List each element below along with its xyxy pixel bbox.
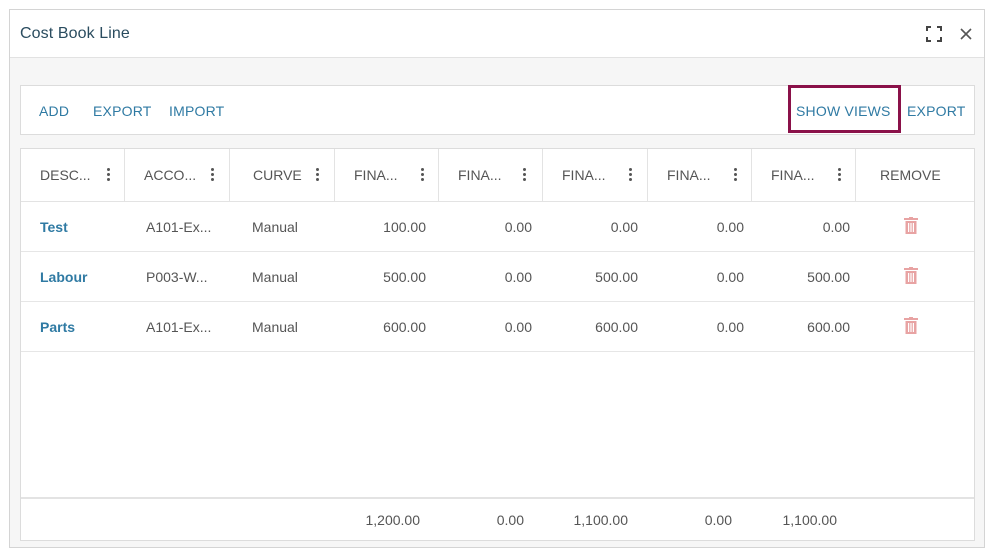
row-financial-2: 0.00 xyxy=(504,219,532,235)
row-financial-3: 600.00 xyxy=(595,319,638,335)
column-header-financial-5[interactable]: FINA... xyxy=(752,149,856,202)
kebab-icon[interactable] xyxy=(834,167,844,183)
row-curve: Manual xyxy=(252,269,298,285)
total-financial-1: 1,200.00 xyxy=(365,512,421,528)
grid-header: DESC... ACCO... CURVE FINA... FINA... FI… xyxy=(21,149,974,202)
show-views-button[interactable]: SHOW VIEWS xyxy=(796,103,891,119)
kebab-icon[interactable] xyxy=(103,167,113,183)
total-financial-3: 1,100.00 xyxy=(573,512,629,528)
row-curve: Manual xyxy=(252,219,298,235)
column-header-account[interactable]: ACCO... xyxy=(125,149,230,202)
row-description[interactable]: Parts xyxy=(40,319,75,335)
row-financial-3: 500.00 xyxy=(595,269,638,285)
column-header-financial-2[interactable]: FINA... xyxy=(439,149,543,202)
row-financial-5: 600.00 xyxy=(807,319,850,335)
column-label: REMOVE xyxy=(880,167,941,183)
cost-lines-grid: DESC... ACCO... CURVE FINA... FINA... FI… xyxy=(20,148,975,541)
table-row: Test A101-Ex... Manual 100.00 0.00 0.00 … xyxy=(21,202,974,252)
trash-icon[interactable] xyxy=(904,217,918,234)
column-header-financial-1[interactable]: FINA... xyxy=(335,149,439,202)
row-financial-2: 0.00 xyxy=(504,319,532,335)
row-financial-1: 600.00 xyxy=(383,319,426,335)
kebab-icon[interactable] xyxy=(730,167,740,183)
dialog-title: Cost Book Line xyxy=(20,24,130,42)
row-curve: Manual xyxy=(252,319,298,335)
export-right-button[interactable]: EXPORT xyxy=(907,103,966,119)
kebab-icon[interactable] xyxy=(312,167,322,183)
row-financial-3: 0.00 xyxy=(610,219,638,235)
kebab-icon[interactable] xyxy=(207,167,217,183)
column-label: CURVE xyxy=(253,167,302,183)
cost-book-line-dialog: Cost Book Line ADD EXPORT IMPORT SHOW VI… xyxy=(9,9,985,548)
row-account: A101-Ex... xyxy=(146,319,212,335)
total-financial-4: 0.00 xyxy=(704,512,732,528)
row-description[interactable]: Test xyxy=(40,219,68,235)
total-financial-5: 1,100.00 xyxy=(782,512,838,528)
row-financial-1: 500.00 xyxy=(383,269,426,285)
kebab-icon[interactable] xyxy=(417,167,427,183)
trash-icon[interactable] xyxy=(904,267,918,284)
kebab-icon[interactable] xyxy=(519,167,529,183)
column-header-remove: REMOVE xyxy=(856,149,974,202)
row-financial-4: 0.00 xyxy=(716,269,744,285)
row-financial-4: 0.00 xyxy=(716,219,744,235)
export-button[interactable]: EXPORT xyxy=(93,103,152,119)
row-financial-5: 500.00 xyxy=(807,269,850,285)
row-financial-1: 100.00 xyxy=(383,219,426,235)
total-financial-2: 0.00 xyxy=(496,512,524,528)
column-header-financial-4[interactable]: FINA... xyxy=(648,149,752,202)
column-label: ACCO... xyxy=(144,167,197,183)
grid-toolbar: ADD EXPORT IMPORT SHOW VIEWS EXPORT xyxy=(20,85,975,135)
column-label: DESC... xyxy=(40,167,91,183)
table-row: Parts A101-Ex... Manual 600.00 0.00 600.… xyxy=(21,302,974,352)
row-financial-5: 0.00 xyxy=(822,219,850,235)
column-header-description[interactable]: DESC... xyxy=(21,149,125,202)
add-button[interactable]: ADD xyxy=(39,103,69,119)
import-button[interactable]: IMPORT xyxy=(169,103,224,119)
dialog-header: Cost Book Line xyxy=(10,10,984,58)
table-row: Labour P003-W... Manual 500.00 0.00 500.… xyxy=(21,252,974,302)
column-header-financial-3[interactable]: FINA... xyxy=(543,149,648,202)
row-account: A101-Ex... xyxy=(146,219,212,235)
grid-totals-row: 1,200.00 0.00 1,100.00 0.00 1,100.00 xyxy=(21,497,974,541)
expand-icon[interactable] xyxy=(924,24,944,44)
column-label: FINA... xyxy=(354,167,398,183)
column-label: FINA... xyxy=(562,167,606,183)
column-header-curve[interactable]: CURVE xyxy=(230,149,335,202)
row-financial-4: 0.00 xyxy=(716,319,744,335)
trash-icon[interactable] xyxy=(904,317,918,334)
column-label: FINA... xyxy=(458,167,502,183)
close-icon[interactable] xyxy=(956,24,976,44)
row-financial-2: 0.00 xyxy=(504,269,532,285)
column-label: FINA... xyxy=(667,167,711,183)
row-description[interactable]: Labour xyxy=(40,269,87,285)
column-label: FINA... xyxy=(771,167,815,183)
kebab-icon[interactable] xyxy=(625,167,635,183)
row-account: P003-W... xyxy=(146,269,208,285)
